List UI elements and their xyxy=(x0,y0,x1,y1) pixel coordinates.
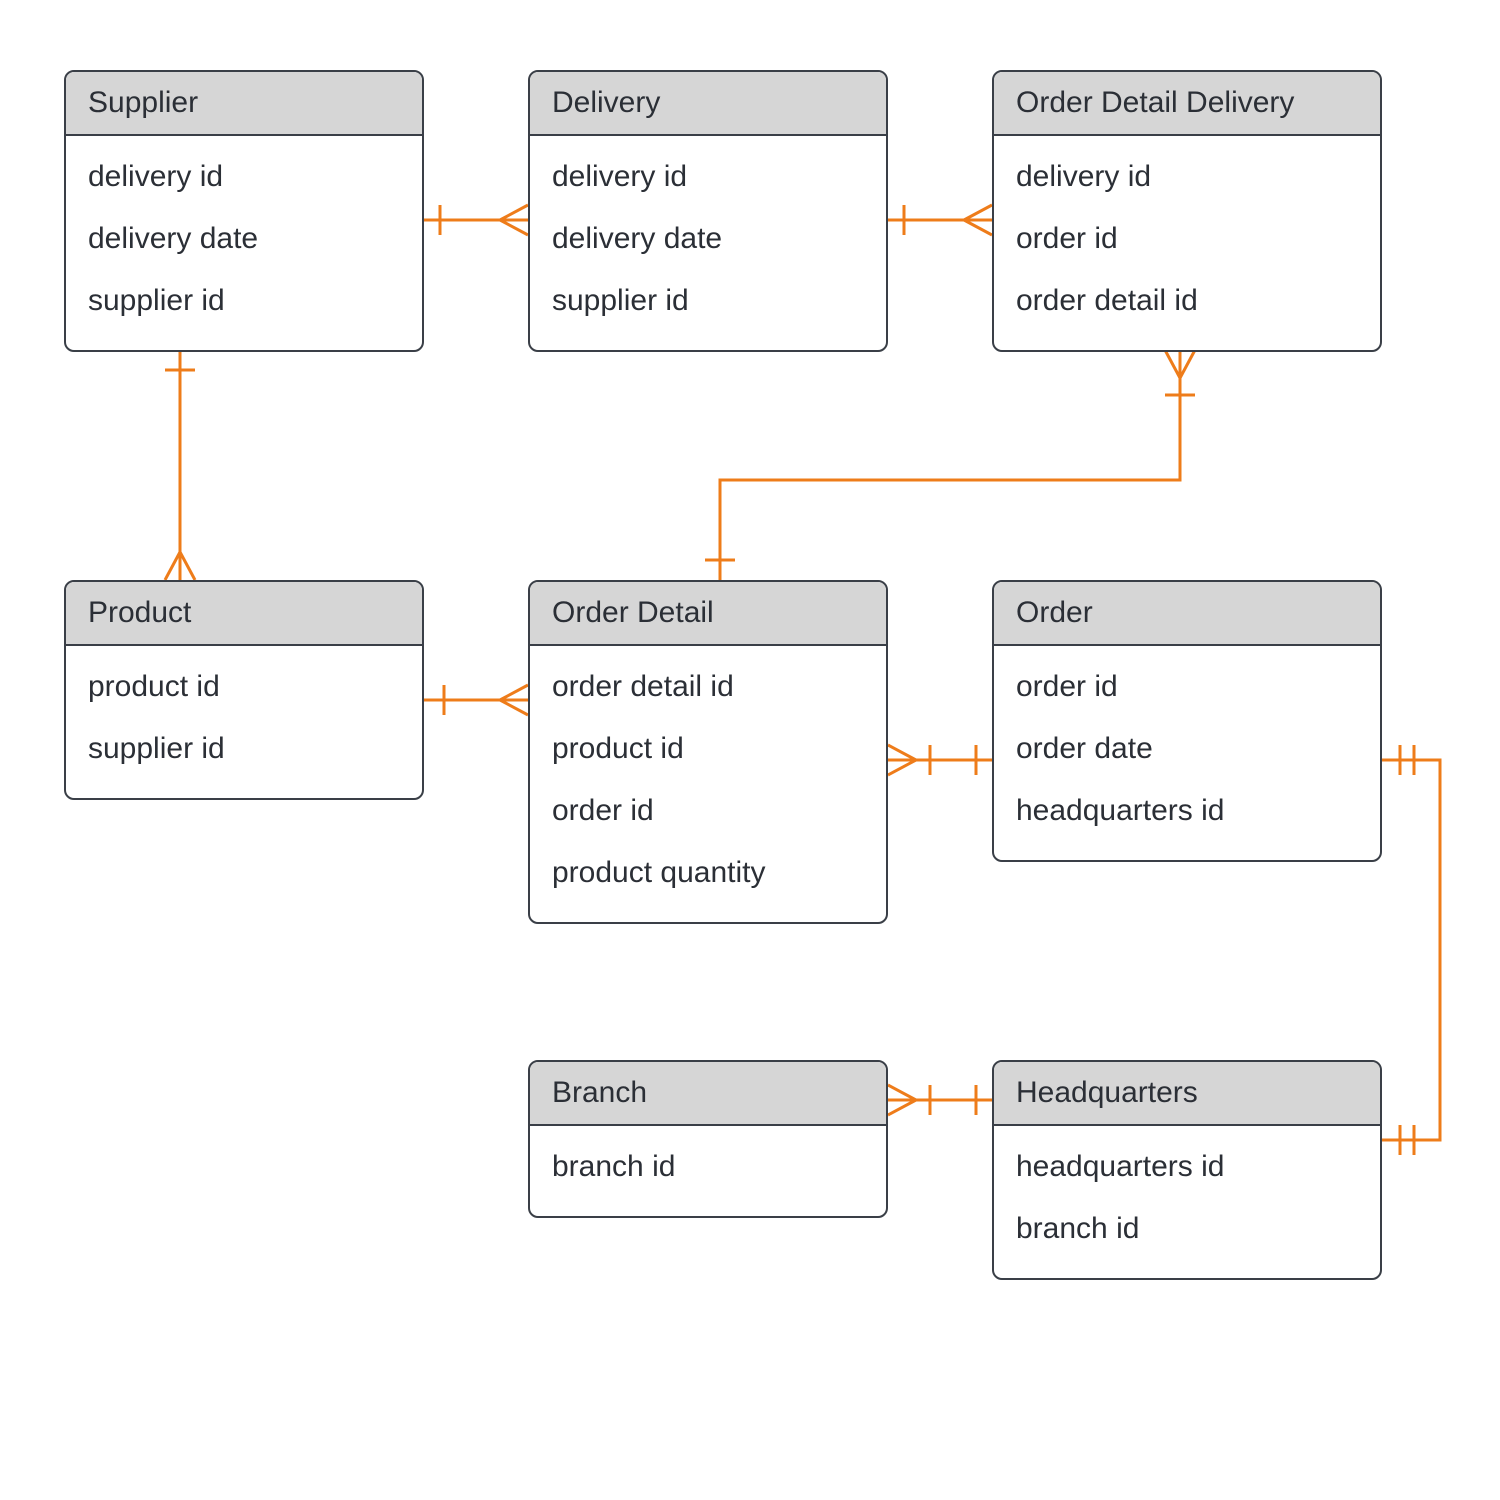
entity-attr: order date xyxy=(1016,718,1358,780)
entity-attrs: delivery id order id order detail id xyxy=(994,136,1380,350)
entity-attrs: delivery id delivery date supplier id xyxy=(66,136,422,350)
entity-branch[interactable]: Branch branch id xyxy=(528,1060,888,1218)
entity-attrs: delivery id delivery date supplier id xyxy=(530,136,886,350)
entity-delivery[interactable]: Delivery delivery id delivery date suppl… xyxy=(528,70,888,352)
entity-title: Supplier xyxy=(66,72,422,136)
entity-attr: order detail id xyxy=(1016,270,1358,332)
entity-order[interactable]: Order order id order date headquarters i… xyxy=(992,580,1382,862)
entity-title: Headquarters xyxy=(994,1062,1380,1126)
er-diagram-canvas: Supplier delivery id delivery date suppl… xyxy=(0,0,1500,1500)
entity-attr: headquarters id xyxy=(1016,780,1358,842)
entity-attrs: order detail id product id order id prod… xyxy=(530,646,886,922)
entity-attr: branch id xyxy=(1016,1198,1358,1260)
entity-title: Order xyxy=(994,582,1380,646)
entity-title: Order Detail Delivery xyxy=(994,72,1380,136)
entity-order-detail[interactable]: Order Detail order detail id product id … xyxy=(528,580,888,924)
entity-attr: product id xyxy=(552,718,864,780)
entity-headquarters[interactable]: Headquarters headquarters id branch id xyxy=(992,1060,1382,1280)
entity-order-detail-delivery[interactable]: Order Detail Delivery delivery id order … xyxy=(992,70,1382,352)
entity-supplier[interactable]: Supplier delivery id delivery date suppl… xyxy=(64,70,424,352)
entity-attrs: product id supplier id xyxy=(66,646,422,798)
entity-attr: order id xyxy=(552,780,864,842)
entity-attr: supplier id xyxy=(88,718,400,780)
entity-attrs: headquarters id branch id xyxy=(994,1126,1380,1278)
entity-title: Order Detail xyxy=(530,582,886,646)
entity-attr: delivery date xyxy=(552,208,864,270)
entity-title: Product xyxy=(66,582,422,646)
entity-attrs: order id order date headquarters id xyxy=(994,646,1380,860)
entity-attr: product quantity xyxy=(552,842,864,904)
entity-attr: delivery id xyxy=(88,146,400,208)
entity-attr: branch id xyxy=(552,1136,864,1198)
entity-attr: delivery date xyxy=(88,208,400,270)
entity-title: Delivery xyxy=(530,72,886,136)
entity-title: Branch xyxy=(530,1062,886,1126)
entity-attr: order id xyxy=(1016,208,1358,270)
entity-attrs: branch id xyxy=(530,1126,886,1216)
entity-attr: supplier id xyxy=(88,270,400,332)
entity-attr: order detail id xyxy=(552,656,864,718)
entity-attr: delivery id xyxy=(552,146,864,208)
entity-attr: order id xyxy=(1016,656,1358,718)
entity-attr: headquarters id xyxy=(1016,1136,1358,1198)
entity-attr: supplier id xyxy=(552,270,864,332)
entity-attr: product id xyxy=(88,656,400,718)
entity-product[interactable]: Product product id supplier id xyxy=(64,580,424,800)
entity-attr: delivery id xyxy=(1016,146,1358,208)
